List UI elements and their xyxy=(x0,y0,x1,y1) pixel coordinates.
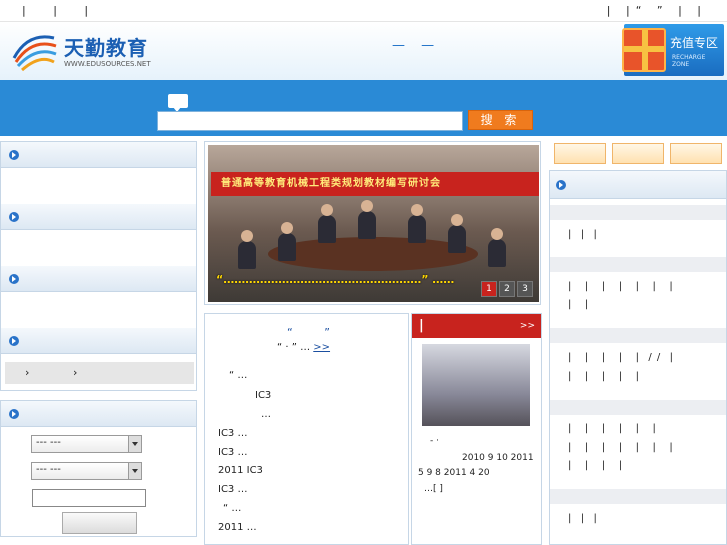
news-slider: 普通高等教育机械工程类规划教材编写研讨会 “………………………………………………… xyxy=(204,141,541,305)
photo-news-line[interactable]: …[ ] xyxy=(424,484,443,494)
photo-news-line: 2010 9 10 2011 xyxy=(462,453,534,463)
news-item[interactable]: “ … xyxy=(223,503,241,514)
news-item[interactable]: IC3 … xyxy=(218,484,247,495)
slider-page-1[interactable]: 1 xyxy=(481,281,497,297)
chevron-down-icon xyxy=(128,463,141,479)
crumb-separator: › xyxy=(25,366,30,379)
news-lead-text: “ · ” … xyxy=(277,342,311,353)
right-tab-1[interactable] xyxy=(554,143,606,164)
news-item[interactable]: IC3 xyxy=(255,390,271,401)
arrow-circle-icon xyxy=(9,274,19,284)
left-nav-panel: › › xyxy=(0,141,197,391)
category-select-value: --- --- xyxy=(36,437,61,448)
slider-photo[interactable]: 普通高等教育机械工程类规划教材编写研讨会 “………………………………………………… xyxy=(208,145,539,302)
right-item[interactable]: | | | | | xyxy=(568,371,640,382)
logo-url: WWW.EDUSOURCES.NET xyxy=(64,60,151,68)
left-section-4-header[interactable] xyxy=(1,328,196,354)
photo-news-more[interactable]: >> xyxy=(520,321,535,331)
top-left-links[interactable]: | | | xyxy=(22,4,100,17)
attendee xyxy=(408,204,426,243)
more-link[interactable]: >> xyxy=(313,342,330,353)
recharge-label: 充值专区 xyxy=(670,36,719,50)
arrow-circle-icon xyxy=(9,212,19,222)
site-header: 天勤教育 WWW.EDUSOURCES.NET — — 充值专区 RECHARG… xyxy=(0,22,727,102)
right-divider xyxy=(550,257,726,272)
right-item[interactable]: | | | | xyxy=(568,460,623,471)
attendee xyxy=(448,214,466,253)
slider-page-2[interactable]: 2 xyxy=(499,281,515,297)
subcategory-select[interactable]: --- --- xyxy=(31,462,142,480)
search-input[interactable] xyxy=(157,111,463,131)
photo-news-line: - · xyxy=(430,436,439,446)
left-section-3-header[interactable] xyxy=(1,266,196,292)
recharge-sublabel: RECHARGE ZONE xyxy=(672,54,706,68)
right-divider xyxy=(550,328,726,343)
search-bar: 搜 索 xyxy=(0,80,727,136)
gift-box-icon xyxy=(622,28,666,72)
logo-text: 天勤教育 xyxy=(64,36,148,60)
attendee xyxy=(358,200,376,239)
right-divider xyxy=(550,400,726,415)
photo-banner: 普通高等教育机械工程类规划教材编写研讨会 xyxy=(211,172,539,196)
right-item[interactable]: | | | | | | | xyxy=(568,281,674,292)
right-item[interactable]: | | | | | | xyxy=(568,423,657,434)
search-button[interactable]: 搜 索 xyxy=(468,110,533,130)
attendee xyxy=(278,222,296,261)
photo-news-line: 5 9 8 2011 4 20 xyxy=(418,468,490,478)
logo-swirl-icon xyxy=(12,35,57,72)
header-slogan: — — xyxy=(392,38,441,53)
news-item[interactable]: … xyxy=(261,409,271,420)
right-panel-header xyxy=(550,171,726,199)
news-item[interactable]: 2011 … xyxy=(218,522,257,533)
top-right-links[interactable]: | |“ ” | | xyxy=(607,4,707,17)
attendee xyxy=(318,204,336,243)
right-divider xyxy=(550,489,726,504)
top-bar: | | | | |“ ” | | xyxy=(0,0,727,22)
news-lead: “ · ” … >> xyxy=(277,342,330,353)
news-list: “ ” “ · ” … >> “ … IC3 … IC3 … IC3 … 201… xyxy=(204,313,409,545)
attendee xyxy=(488,228,506,267)
query-section-header xyxy=(1,401,196,427)
right-item[interactable]: | | | xyxy=(568,513,598,524)
right-tab-2[interactable] xyxy=(612,143,664,164)
right-item[interactable]: | | | | | | | xyxy=(568,442,674,453)
photo-news-header: | >> xyxy=(412,314,541,338)
news-item[interactable]: “ … xyxy=(229,370,247,381)
slider-caption[interactable]: “………………………………………………” …… xyxy=(216,273,454,286)
left-crumb-row[interactable]: › › xyxy=(5,362,194,384)
site-logo[interactable]: 天勤教育 WWW.EDUSOURCES.NET xyxy=(8,26,166,76)
news-title[interactable]: “ ” xyxy=(287,326,344,339)
right-tab-3[interactable] xyxy=(670,143,722,164)
query-button[interactable] xyxy=(62,512,137,534)
attendee xyxy=(238,230,256,269)
right-panel: | | | | | | | | | | | | | | | | | / / | … xyxy=(549,170,727,545)
left-section-1-header[interactable] xyxy=(1,142,196,168)
query-input[interactable] xyxy=(32,489,146,507)
subcategory-select-value: --- --- xyxy=(36,464,61,475)
chevron-down-icon xyxy=(128,436,141,452)
slider-page-3[interactable]: 3 xyxy=(517,281,533,297)
category-select[interactable]: --- --- xyxy=(31,435,142,453)
left-query-panel: --- --- --- --- xyxy=(0,400,197,537)
conference-table xyxy=(268,237,478,271)
photo-news-thumbnail[interactable] xyxy=(422,344,530,426)
arrow-circle-icon xyxy=(9,150,19,160)
arrow-circle-icon xyxy=(9,336,19,346)
speech-bubble-icon xyxy=(168,94,188,112)
right-item[interactable]: | | xyxy=(568,299,589,310)
photo-news-box: | >> - · 2010 9 10 2011 5 9 8 2011 4 20 … xyxy=(411,313,542,545)
right-item[interactable]: | | | xyxy=(568,229,598,240)
left-section-2-header[interactable] xyxy=(1,204,196,230)
recharge-zone-button[interactable]: 充值专区 RECHARGE ZONE xyxy=(622,24,724,76)
photo-news-title: | xyxy=(419,318,424,333)
right-divider xyxy=(550,205,726,220)
right-item[interactable]: | | | | | / / | xyxy=(568,352,674,363)
news-item[interactable]: 2011 IC3 xyxy=(218,465,263,476)
arrow-circle-icon xyxy=(9,409,19,419)
arrow-circle-icon xyxy=(556,180,566,190)
news-item[interactable]: IC3 … xyxy=(218,428,247,439)
news-item[interactable]: IC3 … xyxy=(218,447,247,458)
crumb-separator: › xyxy=(73,366,78,379)
